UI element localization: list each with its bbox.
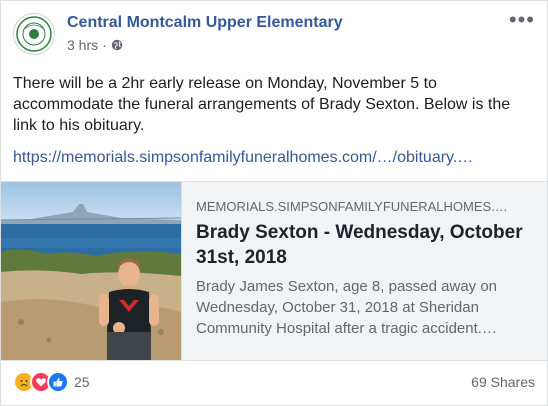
shares-count-link[interactable]: 69 Shares <box>471 374 535 390</box>
page-name-link[interactable]: Central Montcalm Upper Elementary <box>67 13 343 33</box>
post-text: There will be a 2hr early release on Mon… <box>13 75 511 134</box>
post-footer: 25 69 Shares <box>13 371 535 393</box>
obituary-link[interactable]: https://memorials.simpsonfamilyfuneralho… <box>13 147 473 168</box>
preview-text: MEMORIALS.SIMPSONFAMILYFUNERALHOMES.… Br… <box>182 182 547 360</box>
reaction-count[interactable]: 25 <box>74 374 90 390</box>
reactions-summary[interactable]: 25 <box>13 371 90 393</box>
meta-separator: · <box>102 37 107 53</box>
post-header: Central Montcalm Upper Elementary 3 hrs … <box>13 13 343 55</box>
timestamp-row: 3 hrs · <box>67 37 343 53</box>
post-card: Central Montcalm Upper Elementary 3 hrs … <box>0 0 548 406</box>
preview-image[interactable] <box>1 182 182 360</box>
boy-at-beach-image <box>1 182 181 360</box>
globe-icon[interactable] <box>111 39 123 51</box>
post-timestamp[interactable]: 3 hrs <box>67 37 98 53</box>
preview-title[interactable]: Brady Sexton - Wednesday, October 31st, … <box>196 220 535 270</box>
preview-domain: MEMORIALS.SIMPSONFAMILYFUNERALHOMES.… <box>196 199 508 214</box>
like-icon[interactable] <box>47 371 69 393</box>
more-dots-icon[interactable]: ••• <box>509 9 535 31</box>
link-preview-card[interactable]: MEMORIALS.SIMPSONFAMILYFUNERALHOMES.… Br… <box>1 181 547 361</box>
preview-description: Brady James Sexton, age 8, passed away o… <box>196 278 498 337</box>
page-avatar[interactable] <box>13 13 55 55</box>
school-logo-icon <box>16 16 52 52</box>
post-meta: Central Montcalm Upper Elementary 3 hrs … <box>67 13 343 55</box>
